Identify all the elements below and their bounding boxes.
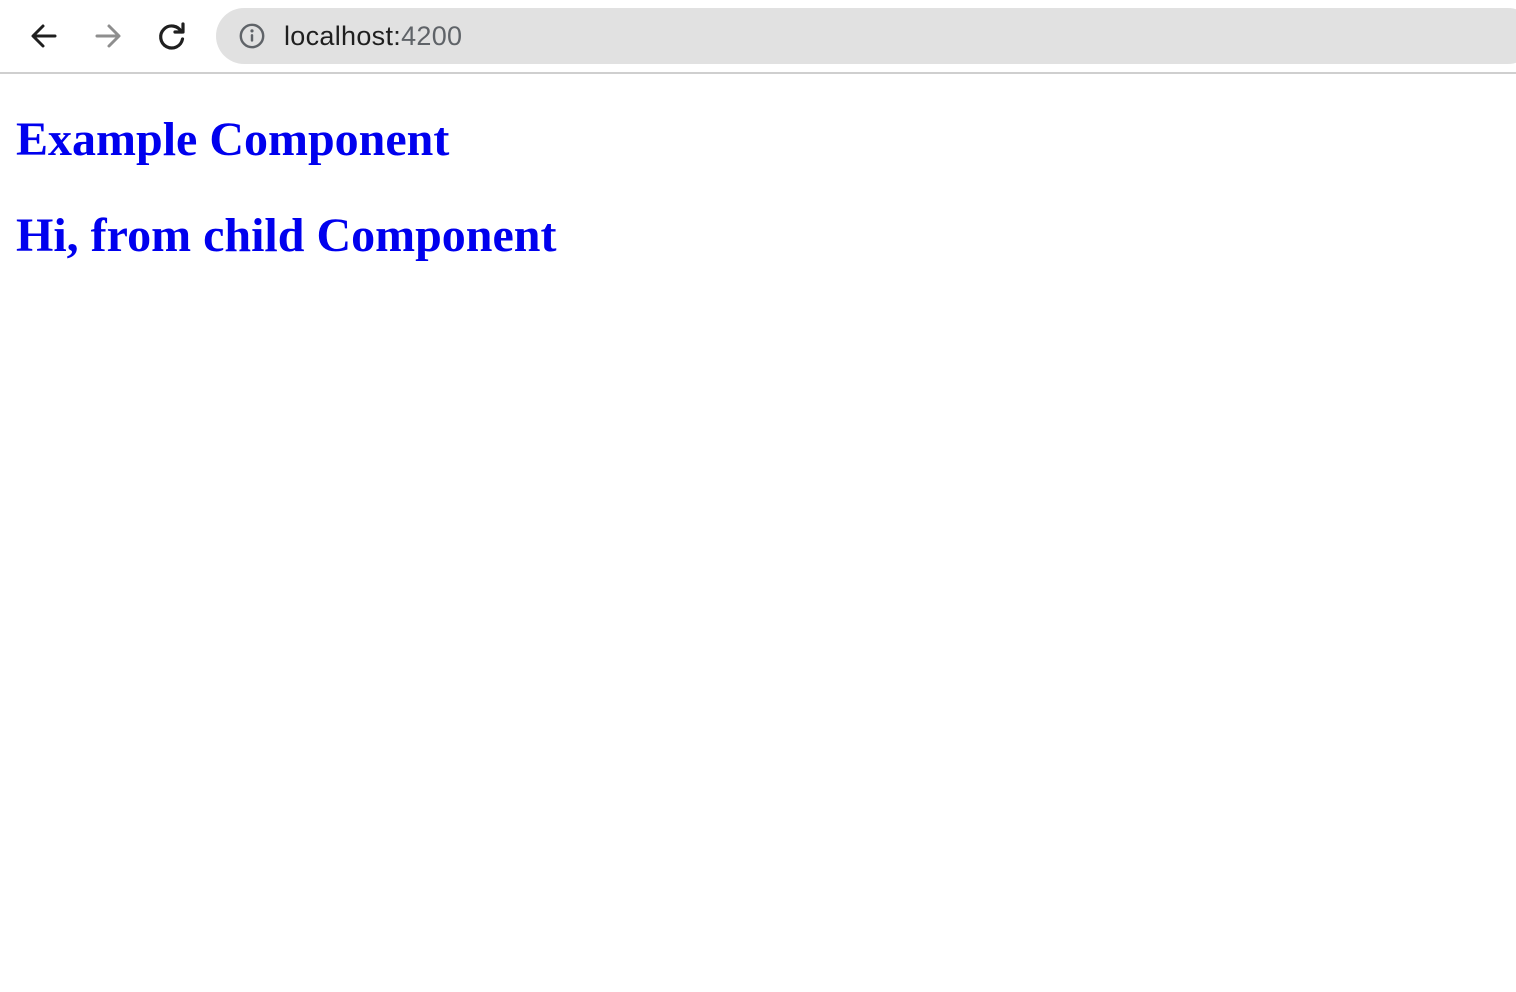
address-bar[interactable]: localhost:4200 bbox=[216, 8, 1516, 64]
reload-button[interactable] bbox=[152, 16, 192, 56]
back-button[interactable] bbox=[24, 16, 64, 56]
url-text[interactable]: localhost:4200 bbox=[284, 21, 462, 52]
info-icon[interactable] bbox=[238, 22, 266, 50]
url-port: 4200 bbox=[401, 20, 463, 51]
reload-icon bbox=[156, 20, 188, 52]
arrow-left-icon bbox=[28, 20, 60, 52]
example-component-heading: Example Component bbox=[16, 113, 450, 166]
browser-toolbar: localhost:4200 bbox=[0, 0, 1516, 74]
forward-button[interactable] bbox=[88, 16, 128, 56]
page-content: Example Component Hi, from child Compone… bbox=[0, 76, 1516, 992]
child-component-heading: Hi, from child Component bbox=[16, 209, 557, 262]
arrow-right-icon bbox=[92, 20, 124, 52]
url-host: localhost: bbox=[284, 20, 402, 51]
